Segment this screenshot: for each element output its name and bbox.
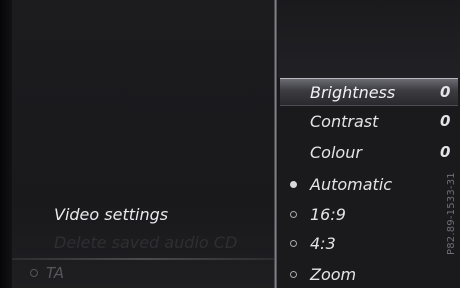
colour-value: 0 — [440, 143, 451, 161]
menu-item-ta[interactable]: TA — [30, 264, 64, 282]
left-edge-shadow — [0, 0, 12, 288]
menu-item-zoom[interactable]: Zoom — [280, 260, 458, 288]
colour-label: Colour — [310, 142, 362, 162]
image-reference-code: P82.89-1533-31 — [446, 172, 457, 255]
menu-item-colour[interactable]: Colour 0 — [280, 138, 458, 166]
zoom-label: Zoom — [310, 264, 357, 284]
menu-item-brightness[interactable]: Brightness 0 — [280, 78, 458, 106]
radio-icon — [290, 210, 297, 218]
ratio-4-3-label: 4:3 — [310, 233, 336, 253]
menu-item-delete-saved-audio-cd[interactable]: Delete saved audio CD — [54, 233, 237, 252]
menu-item-automatic[interactable]: Automatic — [280, 170, 458, 198]
radio-selected-icon — [290, 180, 297, 188]
contrast-value: 0 — [440, 112, 451, 130]
brightness-label: Brightness — [310, 82, 396, 102]
ta-radio-icon — [30, 269, 38, 277]
menu-item-contrast[interactable]: Contrast 0 — [280, 107, 458, 135]
brightness-value: 0 — [440, 83, 451, 101]
radio-icon — [290, 270, 297, 278]
left-bottom-divider — [12, 258, 274, 260]
automatic-label: Automatic — [310, 174, 393, 194]
ta-label: TA — [46, 264, 65, 282]
display-screen: Video settings Delete saved audio CD TA … — [0, 0, 460, 288]
menu-item-4-3[interactable]: 4:3 — [280, 229, 458, 257]
menu-item-16-9[interactable]: 16:9 — [280, 200, 458, 228]
menu-item-video-settings[interactable]: Video settings — [54, 205, 168, 224]
right-panel-header — [278, 0, 460, 78]
radio-icon — [290, 239, 297, 247]
contrast-label: Contrast — [310, 111, 379, 131]
ratio-16-9-label: 16:9 — [310, 204, 346, 224]
panel-divider — [274, 0, 277, 288]
